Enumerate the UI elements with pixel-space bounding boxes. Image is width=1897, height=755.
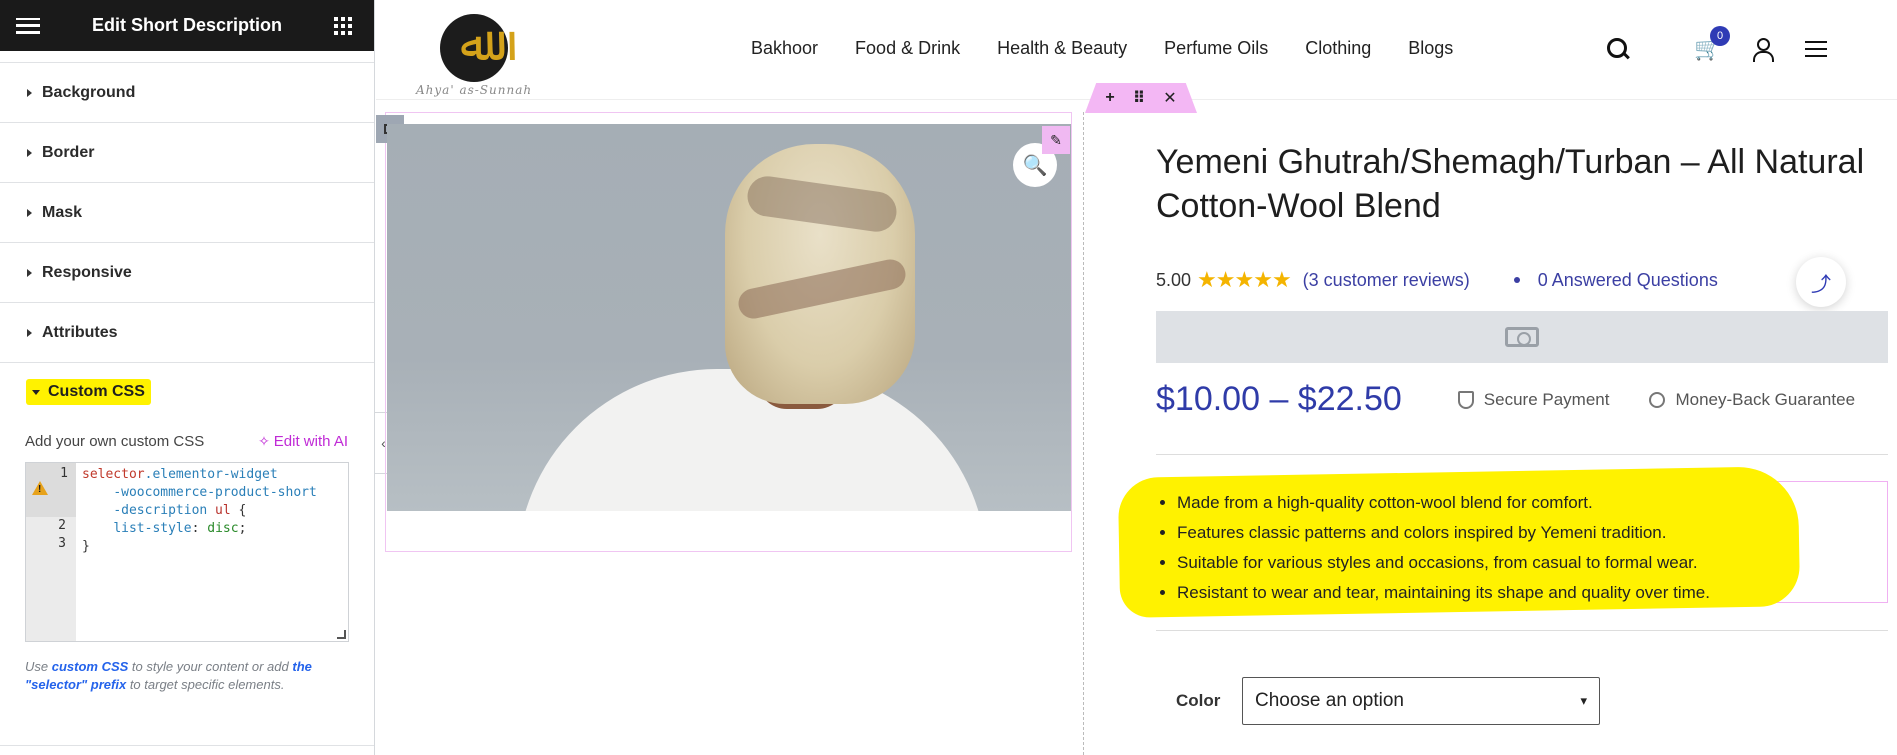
menu-icon[interactable]: [1805, 41, 1828, 57]
caret-right-icon: [27, 328, 32, 337]
color-variation-row: Color Choose an option ▾: [1176, 677, 1600, 725]
product-summary: Yemeni Ghutrah/Shemagh/Turban – All Natu…: [1117, 140, 1888, 725]
custom-css-link[interactable]: custom CSS: [52, 659, 129, 674]
caret-right-icon: [27, 268, 32, 277]
code-gutter: 1 ! 2 3: [26, 463, 76, 641]
list-item: Resistant to wear and tear, maintaining …: [1177, 578, 1710, 608]
column-divider: [1083, 112, 1084, 755]
rating-value: 5.00: [1156, 269, 1192, 290]
list-item: Features classic patterns and colors ins…: [1177, 518, 1710, 548]
cart-icon[interactable]: 🛒 0: [1694, 26, 1730, 62]
code-content: selector.elementor-widget -woocommerce-p…: [82, 467, 317, 554]
editor-sidebar: Edit Short Description Background Border…: [0, 0, 375, 755]
color-select[interactable]: Choose an option ▾: [1242, 677, 1600, 725]
short-description-list: Made from a high-quality cotton-wool ble…: [1177, 488, 1710, 608]
section-attributes[interactable]: Attributes: [0, 303, 374, 363]
reviews-link[interactable]: (3 customer reviews): [1303, 270, 1470, 291]
caret-right-icon: [27, 88, 32, 97]
caret-down-icon: [32, 389, 40, 395]
resize-handle-icon[interactable]: [337, 630, 346, 639]
money-back-badge: Money-Back Guarantee: [1649, 390, 1855, 410]
medal-icon: [1649, 391, 1666, 408]
logo-calligraphy-icon: ﷲ: [460, 16, 489, 72]
product-title: Yemeni Ghutrah/Shemagh/Turban – All Natu…: [1156, 143, 1865, 225]
edit-widget-pencil-icon[interactable]: ✎: [1042, 126, 1070, 154]
money-icon: [1505, 327, 1539, 347]
cart-count-badge: 0: [1710, 26, 1730, 46]
warning-icon: !: [32, 481, 48, 495]
caret-right-icon: [27, 148, 32, 157]
shield-check-icon: [1457, 390, 1474, 409]
product-price: $10.00 – $22.50: [1156, 380, 1402, 418]
main-nav: Bakhoor Food & Drink Health & Beauty Per…: [751, 38, 1453, 59]
rating-row: 5.00 ★★★★★ (3 customer reviews) 0 Answer…: [1156, 267, 1876, 293]
drag-handle-icon[interactable]: ⠿: [1133, 88, 1146, 108]
section-custom-css: Custom CSS Add your own custom CSS ✧ Edit…: [0, 363, 374, 694]
list-item: Made from a high-quality cotton-wool ble…: [1177, 488, 1710, 518]
nav-item-food-drink[interactable]: Food & Drink: [855, 38, 960, 59]
nav-item-blogs[interactable]: Blogs: [1408, 38, 1453, 59]
short-description-widget[interactable]: Made from a high-quality cotton-wool ble…: [1117, 466, 1888, 618]
chevron-down-icon: ▾: [1580, 693, 1587, 708]
section-background[interactable]: Background: [0, 63, 374, 123]
custom-css-help: Use custom CSS to style your content or …: [25, 659, 312, 692]
product-image[interactable]: [387, 124, 1071, 511]
payment-placeholder-bar: [1156, 311, 1888, 363]
caret-right-icon: [27, 208, 32, 217]
line-number: 1: [60, 466, 68, 481]
share-icon[interactable]: ⤴: [1796, 257, 1846, 307]
nav-item-bakhoor[interactable]: Bakhoor: [751, 38, 818, 59]
nav-item-perfume-oils[interactable]: Perfume Oils: [1164, 38, 1268, 59]
add-section-icon[interactable]: +: [1105, 89, 1114, 107]
advanced-sections: Background Border Mask Responsive Attrib…: [0, 62, 374, 694]
questions-link[interactable]: 0 Answered Questions: [1538, 270, 1718, 291]
section-handle: + ⠿ ✕: [1085, 83, 1197, 113]
list-item: Suitable for various styles and occasion…: [1177, 548, 1710, 578]
editor-header: Edit Short Description: [0, 0, 374, 51]
divider: [1156, 630, 1888, 631]
nav-item-health-beauty[interactable]: Health & Beauty: [997, 38, 1127, 59]
widgets-grid-icon[interactable]: [333, 16, 352, 35]
nav-item-clothing[interactable]: Clothing: [1305, 38, 1371, 59]
line-number: 3: [58, 536, 66, 551]
search-icon[interactable]: [1606, 37, 1630, 61]
css-code-editor[interactable]: 1 ! 2 3 selector.elementor-widget -wooco…: [25, 462, 349, 642]
bullet-dot: [1513, 277, 1520, 283]
sidebar-bottom-divider: [0, 745, 374, 746]
edit-with-ai-button[interactable]: ✧ Edit with AI: [258, 433, 348, 450]
custom-css-label-row: Add your own custom CSS ✧ Edit with AI: [0, 433, 374, 450]
hamburger-menu-icon[interactable]: [16, 17, 40, 34]
line-number: 2: [58, 518, 66, 533]
section-mask[interactable]: Mask: [0, 183, 374, 243]
account-icon[interactable]: [1753, 38, 1775, 62]
secure-payment-badge: Secure Payment: [1457, 390, 1609, 410]
delete-section-icon[interactable]: ✕: [1163, 88, 1176, 108]
section-responsive[interactable]: Responsive: [0, 243, 374, 303]
header-icons: 🛒 0: [1606, 26, 1828, 62]
color-label: Color: [1176, 691, 1221, 710]
section-border[interactable]: Border: [0, 123, 374, 183]
divider: [1156, 454, 1888, 455]
custom-css-label: Add your own custom CSS: [25, 433, 205, 450]
custom-css-header[interactable]: Custom CSS: [0, 363, 374, 421]
editor-title: Edit Short Description: [91, 15, 282, 35]
star-rating-icon: ★★★★★: [1197, 267, 1292, 292]
site-logo[interactable]: ﷲ Ahya' as-Sunnah: [412, 6, 552, 97]
logo-text: Ahya' as-Sunnah: [416, 83, 533, 97]
ai-sparkle-icon: ✧: [258, 433, 270, 449]
price-row: $10.00 – $22.50 Secure Payment Money-Bac…: [1156, 380, 1888, 419]
